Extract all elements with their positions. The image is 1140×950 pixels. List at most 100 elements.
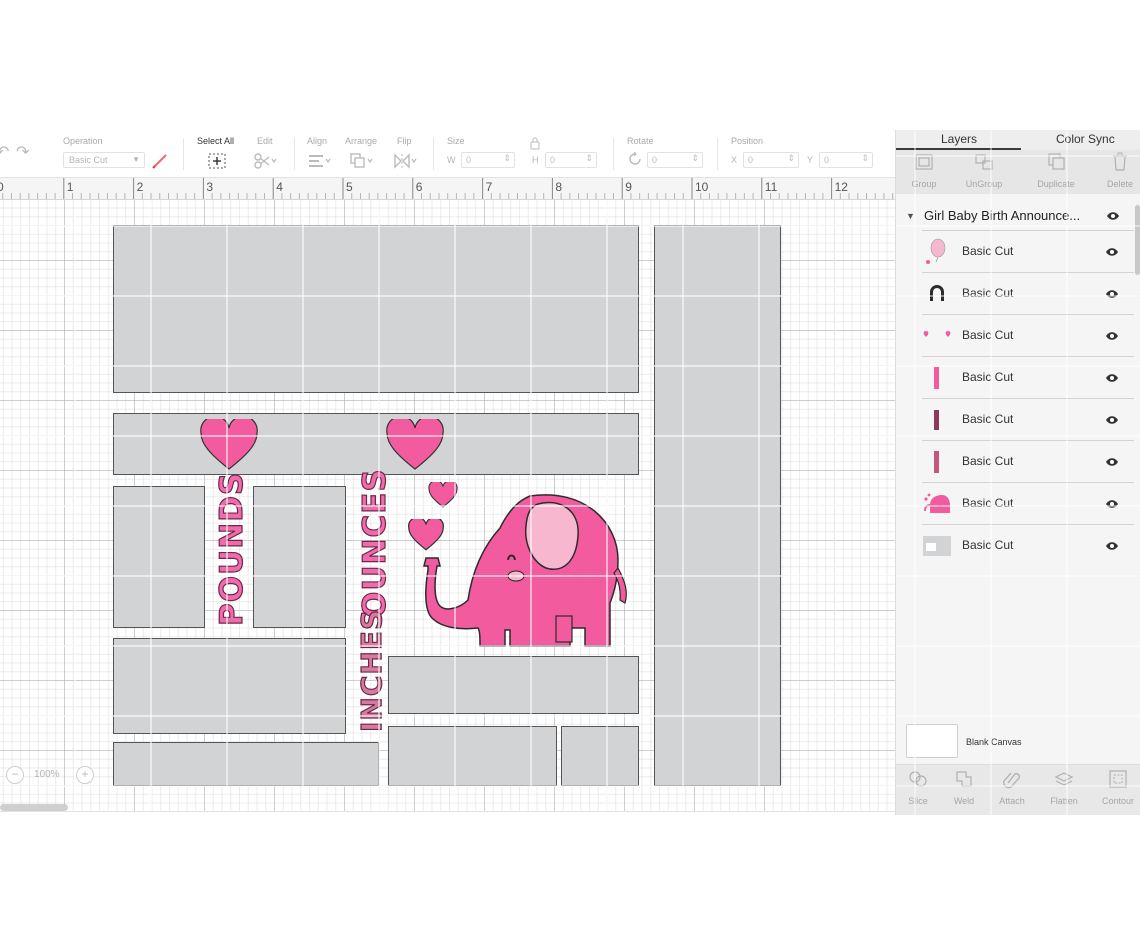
tab-color-sync[interactable]: Color Sync — [1056, 132, 1115, 146]
right-tall-panel[interactable] — [654, 225, 781, 786]
bottom-right-panel[interactable] — [561, 726, 639, 786]
duplicate-button[interactable]: Duplicate — [1036, 152, 1076, 189]
ruler-number: 4 — [276, 180, 283, 194]
slice-button[interactable]: Slice — [896, 769, 940, 806]
rotate-label: Rotate — [627, 136, 654, 146]
bottom-mid-panel[interactable] — [388, 726, 557, 786]
ounces-text-thumb-icon — [934, 451, 939, 473]
flip-icon[interactable] — [393, 152, 419, 170]
heart-right-icon[interactable] — [386, 419, 444, 471]
layers-scrollbar[interactable] — [1135, 205, 1140, 275]
layer-group-row[interactable]: ▼ Girl Baby Birth Announce... — [896, 200, 1140, 230]
rotate-group: Rotate 0 ⇕ — [627, 136, 707, 168]
attach-button[interactable]: Attach — [990, 769, 1034, 806]
rotate-input[interactable]: 0 ⇕ — [647, 152, 703, 168]
design-canvas[interactable]: POUNDS OUNCES INCHES − 100% + — [0, 200, 895, 812]
stepper-icon[interactable]: ⇕ — [585, 153, 593, 163]
caret-down-icon[interactable]: ▼ — [906, 211, 915, 221]
layer-row[interactable]: Basic Cut — [922, 272, 1134, 314]
stepper-icon[interactable]: ⇕ — [787, 153, 795, 163]
rotate-icon[interactable] — [627, 151, 643, 167]
layer-actions-bar: Group UnGroup Duplicate Delete — [896, 150, 1140, 194]
eye-icon[interactable] — [1105, 415, 1119, 425]
y-letter: Y — [807, 155, 814, 165]
layer-row[interactable]: Basic Cut — [922, 230, 1134, 272]
layer-row[interactable]: Basic Cut — [922, 482, 1134, 524]
align-icon[interactable] — [307, 152, 333, 170]
align-group: Align — [307, 136, 341, 167]
blank-canvas-swatch[interactable] — [906, 724, 958, 758]
scissors-icon[interactable] — [253, 152, 279, 170]
x-position-input[interactable]: 0 ⇕ — [743, 152, 799, 168]
heart-left-icon[interactable] — [200, 419, 258, 471]
layer-name: Basic Cut — [962, 412, 1014, 426]
eye-icon[interactable] — [1105, 541, 1119, 551]
inches-box-panel[interactable] — [113, 638, 346, 734]
eye-icon[interactable] — [1105, 373, 1119, 383]
pounds-text[interactable]: POUNDS — [213, 471, 250, 626]
ungroup-button[interactable]: UnGroup — [964, 152, 1004, 189]
contour-button[interactable]: Contour — [1096, 769, 1140, 806]
layer-row[interactable]: Basic Cut — [922, 398, 1134, 440]
top-panel[interactable] — [113, 225, 639, 393]
horizontal-scrollbar[interactable] — [0, 804, 68, 811]
edit-group: Edit — [253, 136, 287, 169]
layer-row[interactable]: Basic Cut — [922, 314, 1134, 356]
design-space-window: ↶ ↷ Operation Basic Cut ▼ Select All Edi… — [0, 0, 1140, 950]
zoom-in-button[interactable]: + — [76, 766, 94, 784]
ruler-ticks — [2, 178, 894, 199]
y-position-input[interactable]: 0 ⇕ — [819, 152, 873, 168]
lock-icon[interactable] — [529, 136, 541, 150]
delete-button[interactable]: Delete — [1100, 152, 1140, 189]
ounces-box-panel[interactable] — [253, 486, 346, 628]
eye-icon[interactable] — [1105, 289, 1119, 299]
tab-layers[interactable]: Layers — [941, 132, 977, 146]
layer-row[interactable]: Basic Cut — [922, 524, 1134, 566]
bottom-left-panel[interactable] — [113, 742, 379, 786]
layer-name: Basic Cut — [962, 286, 1014, 300]
flatten-button[interactable]: Flatten — [1042, 769, 1086, 806]
linetype-pen-icon[interactable] — [151, 152, 169, 170]
eye-icon[interactable] — [1105, 247, 1119, 257]
layer-name: Basic Cut — [962, 454, 1014, 468]
redo-icon[interactable]: ↷ — [16, 142, 29, 162]
arrange-label: Arrange — [345, 136, 378, 146]
stepper-icon[interactable]: ⇕ — [691, 153, 699, 163]
layer-row[interactable]: Basic Cut — [922, 356, 1134, 398]
operation-label: Operation — [63, 136, 103, 146]
arrange-icon[interactable] — [349, 152, 375, 170]
position-group: Position X 0 ⇕ Y 0 ⇕ — [731, 136, 881, 168]
ruler-number: 1 — [66, 180, 74, 194]
undo-icon[interactable]: ↶ — [0, 142, 9, 162]
ungroup-icon — [975, 154, 993, 170]
height-value: 0 — [550, 155, 556, 165]
zoom-out-button[interactable]: − — [6, 766, 24, 784]
x-letter: X — [731, 155, 738, 165]
operation-select[interactable]: Basic Cut ▼ — [63, 152, 145, 168]
ruler-number: 8 — [555, 180, 563, 194]
ounces-text[interactable]: OUNCES — [356, 468, 393, 619]
hearts-strip-panel[interactable] — [113, 413, 639, 475]
group-button[interactable]: Group — [904, 152, 944, 189]
arrange-group: Arrange — [345, 136, 385, 168]
elephant-icon[interactable] — [420, 488, 630, 650]
eye-icon[interactable] — [1106, 211, 1120, 221]
layer-row[interactable]: Basic Cut — [922, 440, 1134, 482]
width-input[interactable]: 0 ⇕ — [461, 152, 515, 168]
eye-icon[interactable] — [1105, 499, 1119, 509]
name-strip-panel[interactable] — [388, 656, 639, 714]
pounds-box-panel[interactable] — [113, 486, 205, 628]
stepper-icon[interactable]: ⇕ — [503, 153, 511, 163]
eye-icon[interactable] — [1105, 457, 1119, 467]
stepper-icon[interactable]: ⇕ — [861, 153, 869, 163]
weld-button[interactable]: Weld — [942, 769, 986, 806]
slice-label: Slice — [908, 796, 928, 806]
rotate-value: 0 — [652, 155, 658, 165]
eye-icon[interactable] — [1105, 331, 1119, 341]
size-label: Size — [447, 136, 465, 146]
ruler-number: 5 — [346, 180, 353, 194]
select-all-icon[interactable] — [207, 152, 227, 170]
height-input[interactable]: 0 ⇕ — [545, 152, 597, 168]
inches-text[interactable]: INCHES — [354, 608, 388, 732]
width-letter: W — [447, 155, 456, 165]
